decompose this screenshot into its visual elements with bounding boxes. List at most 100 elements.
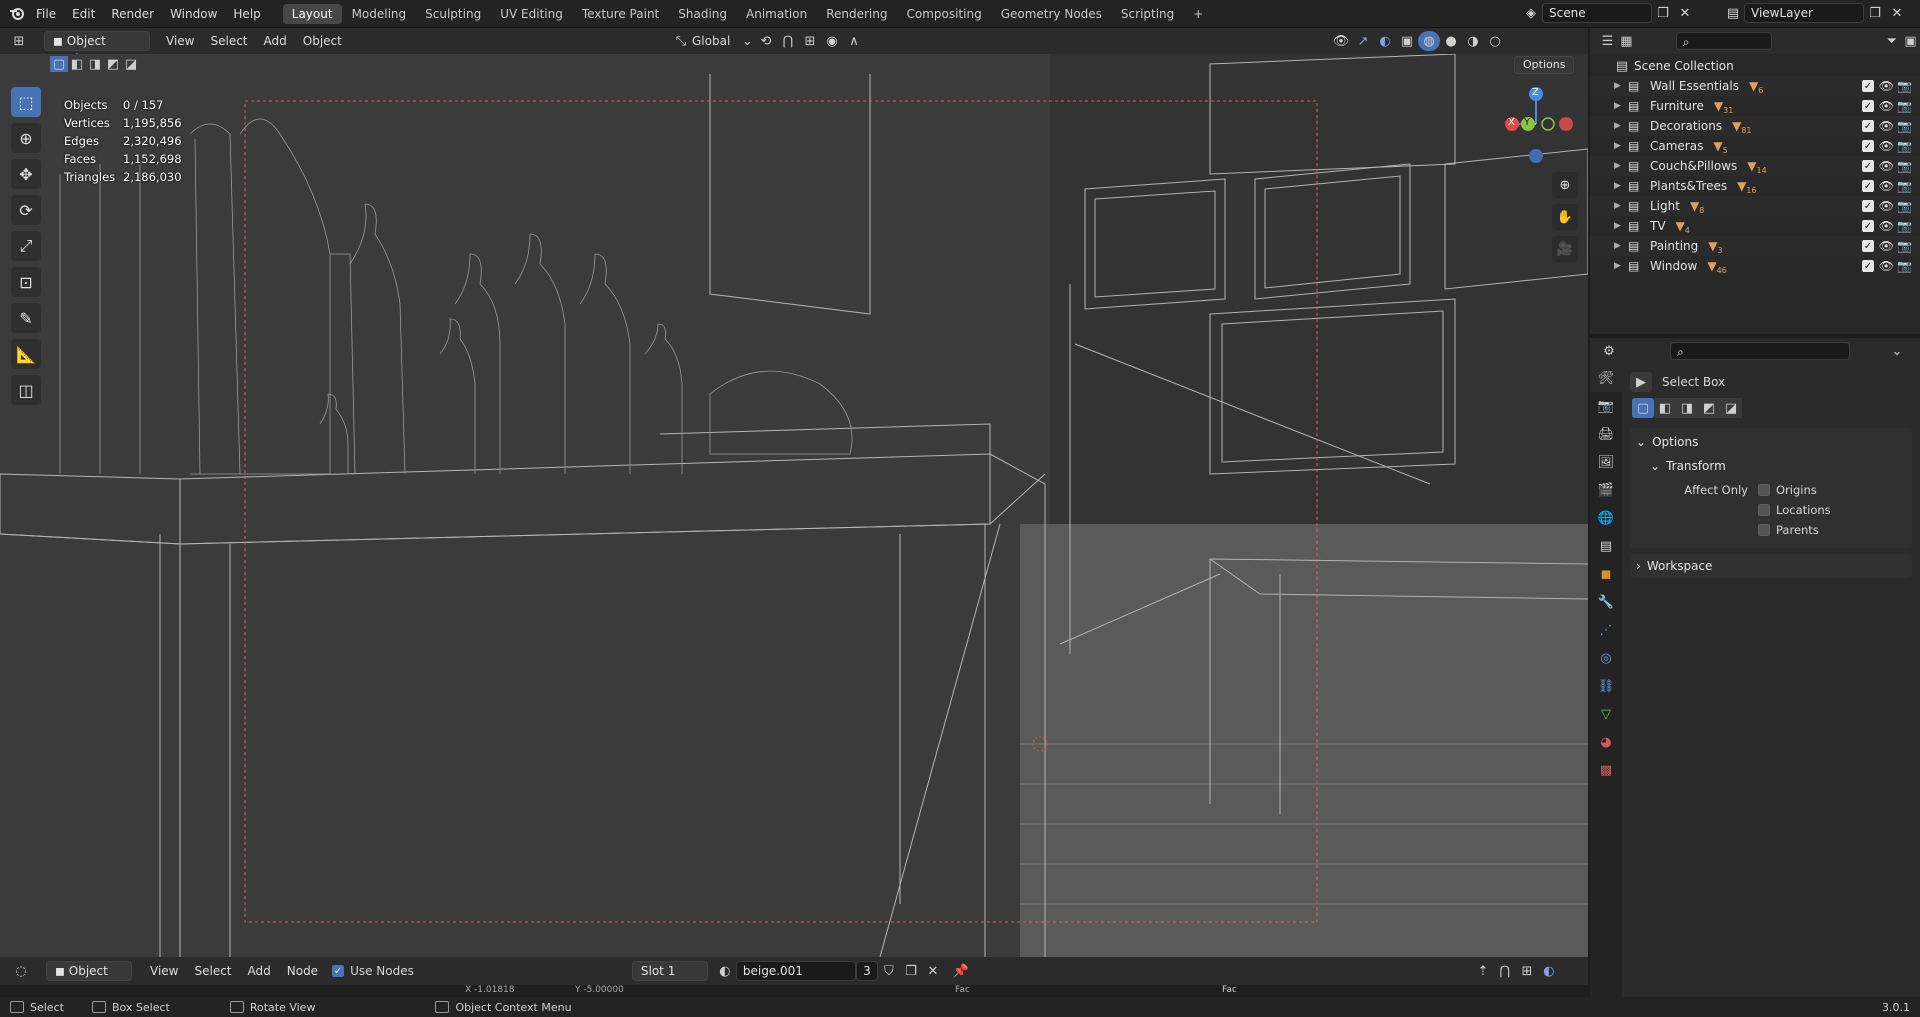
render-camera-icon[interactable]: 📷 — [1897, 139, 1912, 153]
node-editor-canvas[interactable]: X -1.01818 Y -5.00000 Fac Fac — [0, 985, 1588, 997]
mode-intersect-icon[interactable]: ◪ — [1720, 398, 1742, 418]
render-camera-icon[interactable]: 📷 — [1897, 219, 1912, 233]
3d-viewport[interactable]: ▢ ◧ ◨ ◩ ◪ ⬚ ⊕ ✥ ⟳ ⤢ ⊡ ✎ 📐 ◫ Objects 0 / 1… — [0, 54, 1588, 957]
disclosure-triangle-icon[interactable]: ▶ — [1614, 81, 1628, 91]
select-extend-icon[interactable]: ◧ — [68, 56, 86, 72]
annotate-tool[interactable]: ✎ — [11, 303, 41, 333]
falloff-icon[interactable]: ∧ — [843, 31, 865, 51]
visibility-eye-icon[interactable]: 👁 — [1879, 99, 1894, 113]
tab-geometry-nodes[interactable]: Geometry Nodes — [992, 4, 1111, 24]
fake-user-shield-icon[interactable]: ⛉ — [878, 961, 900, 981]
disclosure-triangle-icon[interactable]: ▶ — [1614, 101, 1628, 111]
constraints-tab-icon[interactable]: ⛓ — [1590, 672, 1622, 700]
menu-render[interactable]: Render — [103, 0, 162, 28]
duplicate-material-icon[interactable]: ❐ — [900, 961, 922, 981]
tab-animation[interactable]: Animation — [737, 4, 816, 24]
blender-logo-icon[interactable] — [6, 4, 28, 24]
snap-grid-icon[interactable]: ⊞ — [799, 31, 821, 51]
slot-dropdown[interactable]: Slot 1 — [631, 961, 708, 981]
collection-include-checkbox[interactable]: ✓ — [1862, 120, 1874, 132]
mode-subtract-icon[interactable]: ◨ — [1676, 398, 1698, 418]
proportional-edit-icon[interactable]: ◉ — [821, 31, 843, 51]
material-sphere-icon[interactable]: ◐ — [714, 961, 736, 981]
xray-icon[interactable]: ▣ — [1396, 31, 1418, 51]
scale-tool[interactable]: ⤢ — [11, 231, 41, 261]
collection-include-checkbox[interactable]: ✓ — [1862, 140, 1874, 152]
visibility-eye-icon[interactable]: 👁 — [1879, 259, 1894, 273]
modifier-tab-icon[interactable]: 🔧 — [1590, 588, 1622, 616]
menu-edit[interactable]: Edit — [64, 0, 103, 28]
visibility-eye-icon[interactable]: 👁 — [1879, 159, 1894, 173]
pan-hand-icon[interactable]: ✋ — [1552, 204, 1578, 230]
snap-magnet-icon[interactable]: ⋂ — [777, 31, 799, 51]
render-camera-icon[interactable]: 📷 — [1897, 259, 1912, 273]
render-camera-icon[interactable]: 📷 — [1897, 99, 1912, 113]
zoom-icon[interactable]: ⊕ — [1552, 172, 1578, 198]
output-tab-icon[interactable]: 🖨 — [1590, 420, 1622, 448]
tab-sculpting[interactable]: Sculpting — [416, 4, 490, 24]
gizmo-toggle-icon[interactable]: ↗ — [1352, 31, 1374, 51]
collection-include-checkbox[interactable]: ✓ — [1862, 200, 1874, 212]
shading-solid-icon[interactable]: ● — [1440, 31, 1462, 51]
node-menu-view[interactable]: View — [142, 958, 186, 984]
move-tool[interactable]: ✥ — [11, 159, 41, 189]
scene-collection-row[interactable]: ▤ Scene Collection — [1590, 56, 1920, 76]
scene-field[interactable]: Scene — [1542, 3, 1652, 23]
tab-texture-paint[interactable]: Texture Paint — [573, 4, 668, 24]
shading-wireframe-icon[interactable]: ◍ — [1418, 31, 1440, 51]
outliner-row-painting[interactable]: ▶ ▤ Painting ▼ 3 ✓ 👁 📷 — [1590, 236, 1920, 256]
cursor-tool[interactable]: ⊕ — [11, 123, 41, 153]
tab-modeling[interactable]: Modeling — [343, 4, 416, 24]
render-camera-icon[interactable]: 📷 — [1897, 199, 1912, 213]
viewlayer-field[interactable]: ViewLayer — [1744, 3, 1864, 23]
transform-tool[interactable]: ⊡ — [11, 267, 41, 297]
measure-tool[interactable]: 📐 — [11, 339, 41, 369]
add-cube-tool[interactable]: ◫ — [11, 375, 41, 405]
pin-icon[interactable]: 📌 — [950, 961, 972, 981]
select-box-tool[interactable]: ⬚ — [11, 87, 41, 117]
scene-new-icon[interactable]: ❐ — [1652, 3, 1674, 23]
use-nodes-toggle[interactable]: ✓ Use Nodes — [332, 964, 414, 978]
pivot-icon[interactable]: ⟲ — [755, 31, 777, 51]
select-new-icon[interactable]: ▢ — [50, 56, 68, 72]
render-camera-icon[interactable]: 📷 — [1897, 119, 1912, 133]
outliner-row-window[interactable]: ▶ ▤ Window ▼ 46 ✓ 👁 📷 — [1590, 256, 1920, 276]
mode-extend-icon[interactable]: ◧ — [1654, 398, 1676, 418]
unlink-material-icon[interactable]: ✕ — [922, 961, 944, 981]
options-panel-header[interactable]: ⌄ Options — [1636, 430, 1906, 454]
visibility-eye-icon[interactable]: 👁 — [1879, 199, 1894, 213]
view-layer-tab-icon[interactable]: 🖼 — [1590, 448, 1622, 476]
outliner-row-cameras[interactable]: ▶ ▤ Cameras ▼ 5 ✓ 👁 📷 — [1590, 136, 1920, 156]
disclosure-triangle-icon[interactable]: ▶ — [1614, 181, 1628, 191]
options-dropdown[interactable]: Options — [1514, 56, 1575, 74]
visibility-eye-icon[interactable]: 👁 — [1330, 31, 1352, 51]
collection-include-checkbox[interactable]: ✓ — [1862, 220, 1874, 232]
scene-tab-icon[interactable]: 🎬 — [1590, 476, 1622, 504]
tab-rendering[interactable]: Rendering — [817, 4, 896, 24]
properties-search-input[interactable]: ⌕ — [1670, 342, 1850, 360]
properties-editor-icon[interactable]: ⚙ — [1598, 341, 1620, 361]
visibility-eye-icon[interactable]: 👁 — [1879, 219, 1894, 233]
collection-tab-icon[interactable]: ▤ — [1590, 532, 1622, 560]
outliner-row-couch-pillows[interactable]: ▶ ▤ Couch&Pillows ▼ 14 ✓ 👁 📷 — [1590, 156, 1920, 176]
display-mode-icon[interactable]: ▦ — [1617, 31, 1636, 51]
physics-tab-icon[interactable]: ◎ — [1590, 644, 1622, 672]
select-intersect-icon[interactable]: ◪ — [122, 56, 140, 72]
tab-layout[interactable]: Layout — [282, 3, 342, 24]
visibility-eye-icon[interactable]: 👁 — [1879, 139, 1894, 153]
transform-orientation[interactable]: ⤡ Global ⌄ — [670, 31, 758, 51]
outliner-row-light[interactable]: ▶ ▤ Light ▼ 8 ✓ 👁 📷 — [1590, 196, 1920, 216]
select-invert-icon[interactable]: ◩ — [104, 56, 122, 72]
viewlayer-new-icon[interactable]: ❐ — [1864, 3, 1886, 23]
scene-icon[interactable]: ◈ — [1520, 3, 1542, 23]
visibility-eye-icon[interactable]: 👁 — [1879, 179, 1894, 193]
select-subtract-icon[interactable]: ◨ — [86, 56, 104, 72]
disclosure-triangle-icon[interactable]: ▶ — [1614, 261, 1628, 271]
add-workspace-button[interactable]: + — [1184, 4, 1212, 24]
menu-add[interactable]: Add — [256, 28, 295, 54]
visibility-eye-icon[interactable]: 👁 — [1879, 239, 1894, 253]
workspace-panel-header[interactable]: › Workspace — [1630, 554, 1912, 578]
origins-checkbox[interactable] — [1758, 484, 1770, 496]
snap-icon[interactable]: ⋂ — [1494, 961, 1516, 981]
shading-rendered-icon[interactable]: ○ — [1484, 31, 1506, 51]
